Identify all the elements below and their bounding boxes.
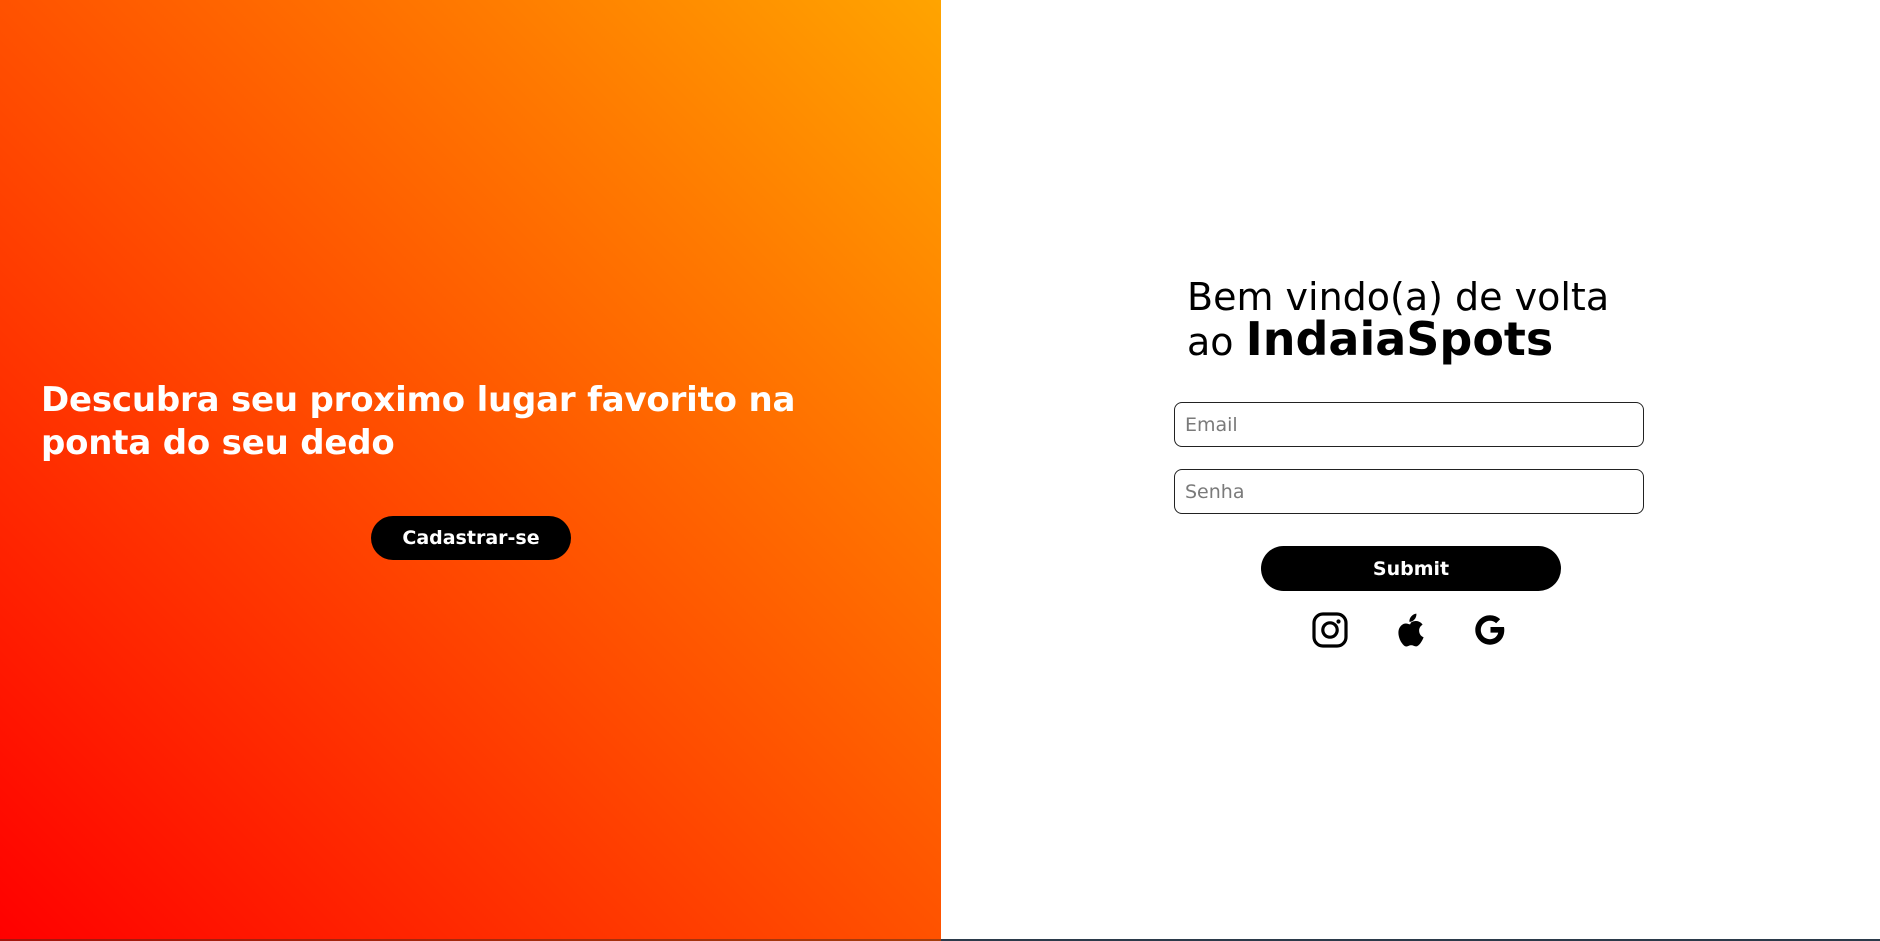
login-panel: Bem vindo(a) de voltaao IndaiaSpots Subm… <box>941 0 1880 941</box>
signup-button[interactable]: Cadastrar-se <box>371 516 571 560</box>
submit-button[interactable]: Submit <box>1261 546 1561 591</box>
instagram-icon[interactable] <box>1311 611 1349 649</box>
social-login-row <box>1311 611 1511 651</box>
password-field[interactable] <box>1174 469 1644 514</box>
brand-name: IndaiaSpots <box>1245 312 1554 366</box>
hero-tagline: Descubra seu proximo lugar favorito na p… <box>41 380 796 463</box>
welcome-prefix: ao <box>1187 320 1246 364</box>
login-page: Descubra seu proximo lugar favorito na p… <box>0 0 1880 941</box>
apple-icon[interactable] <box>1392 611 1430 649</box>
hero-panel: Descubra seu proximo lugar favorito na p… <box>0 0 941 941</box>
email-field[interactable] <box>1174 402 1644 447</box>
google-icon[interactable] <box>1471 611 1509 649</box>
welcome-heading: Bem vindo(a) de volta ao IndaiaSpots <box>1187 276 1609 363</box>
